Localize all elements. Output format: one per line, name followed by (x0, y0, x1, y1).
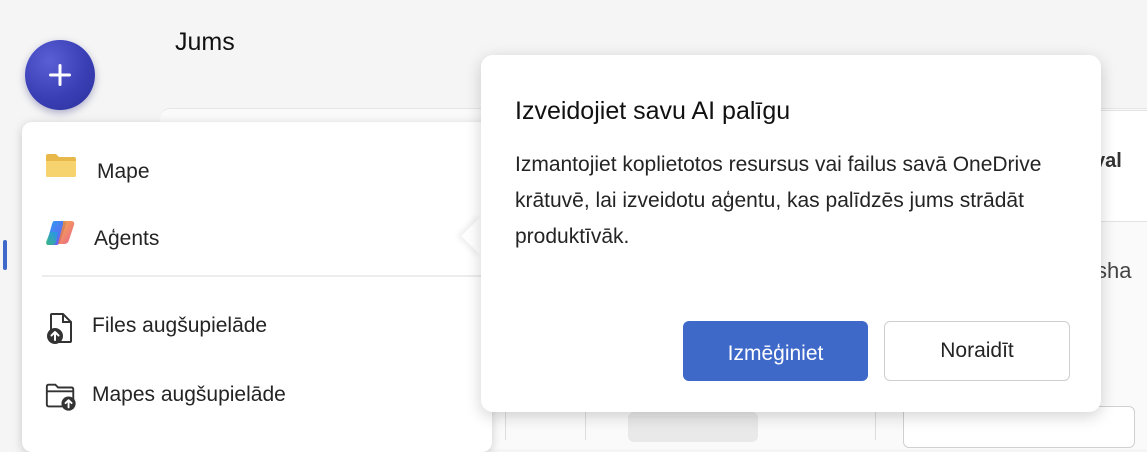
callout-body: Izmantojiet koplietotos resursus vai fai… (515, 153, 1042, 248)
plus-icon (49, 64, 71, 86)
nav-selection-indicator (3, 240, 7, 270)
folder-icon (44, 148, 78, 182)
create-menu: Mape Aģents Files augšupielāde Mapes aug… (22, 122, 492, 452)
file-thumbnail (628, 412, 758, 442)
page-title: Jums (175, 28, 235, 56)
agent-callout: Izveidojiet savu AI palīgu Izmantojiet k… (481, 55, 1101, 412)
column-divider (875, 410, 876, 440)
copilot-icon (44, 216, 78, 250)
menu-item-label: Mape (97, 160, 150, 183)
try-button[interactable]: Izmēģiniet (683, 321, 868, 381)
menu-item-file-upload[interactable]: Files augšupielāde (22, 294, 492, 354)
callout-title: Izveidojiet savu AI palīgu (515, 97, 791, 125)
column-divider (505, 410, 506, 440)
menu-item-agent[interactable]: Aģents (22, 207, 492, 267)
create-button[interactable] (25, 40, 95, 110)
background-button[interactable] (903, 406, 1135, 448)
menu-item-label: Aģents (94, 227, 160, 250)
file-upload-icon (44, 311, 78, 345)
column-divider (585, 410, 586, 440)
menu-divider (42, 275, 482, 277)
menu-item-folder[interactable]: Mape (22, 137, 492, 197)
menu-item-label: Mapes augšupielāde (92, 383, 286, 406)
folder-upload-icon (44, 379, 78, 413)
menu-item-folder-upload[interactable]: Mapes augšupielāde (22, 364, 492, 424)
menu-item-label: Files augšupielāde (92, 314, 268, 337)
dismiss-button[interactable]: Noraidīt (884, 321, 1070, 381)
